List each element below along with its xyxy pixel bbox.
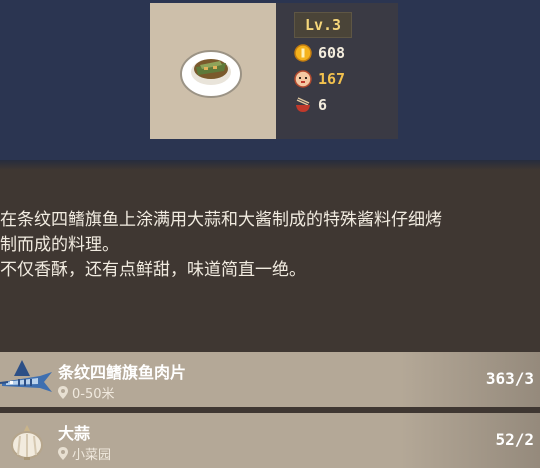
dish-plate-icon: [180, 50, 242, 98]
dish-stats: Lv.3 608 167 6: [294, 12, 394, 116]
description-line: 不仅香酥，还有点鲜甜，味道简直一绝。: [0, 260, 306, 280]
ingredient-row[interactable]: 条纹四鳍旗鱼肉片 0-50米 363/3: [0, 352, 540, 407]
coin-icon: [294, 43, 312, 62]
location-text: 小菜园: [72, 448, 112, 463]
ingredient-location: 小菜园: [58, 444, 111, 463]
price-value: 608: [318, 43, 346, 62]
marlin-icon: [0, 360, 52, 392]
description-line: 制而成的料理。: [0, 235, 119, 255]
ingredient-count: 52/2: [495, 430, 534, 449]
location-pin-icon: [58, 447, 68, 460]
ingredient-location: 0-50米: [58, 383, 115, 402]
ingredient-name: 条纹四鳍旗鱼肉片: [58, 363, 187, 382]
ingredient-name: 大蒜: [58, 424, 91, 443]
header-divider: [0, 160, 540, 170]
ingredient-count: 363/3: [485, 369, 534, 388]
stat-price: 608: [294, 41, 394, 64]
popularity-value: 167: [318, 69, 346, 88]
level-badge: Lv.3: [294, 12, 352, 38]
customer-face-icon: [294, 69, 312, 88]
location-pin-icon: [58, 386, 68, 399]
servings-value: 6: [318, 95, 328, 114]
stat-servings: 6: [294, 93, 394, 116]
bowl-chopsticks-icon: [296, 96, 310, 112]
location-text: 0-50米: [72, 387, 115, 402]
ingredient-row[interactable]: 大蒜 小菜园 52/2: [0, 413, 540, 468]
description-line: 在条纹四鳍旗鱼上涂满用大蒜和大酱制成的特殊酱料仔细烤: [0, 210, 442, 230]
dish-description: 在条纹四鳍旗鱼上涂满用大蒜和大酱制成的特殊酱料仔细烤 制而成的料理。 不仅香酥，…: [0, 208, 540, 283]
garlic-icon: [11, 425, 43, 460]
stat-popularity: 167: [294, 67, 394, 90]
